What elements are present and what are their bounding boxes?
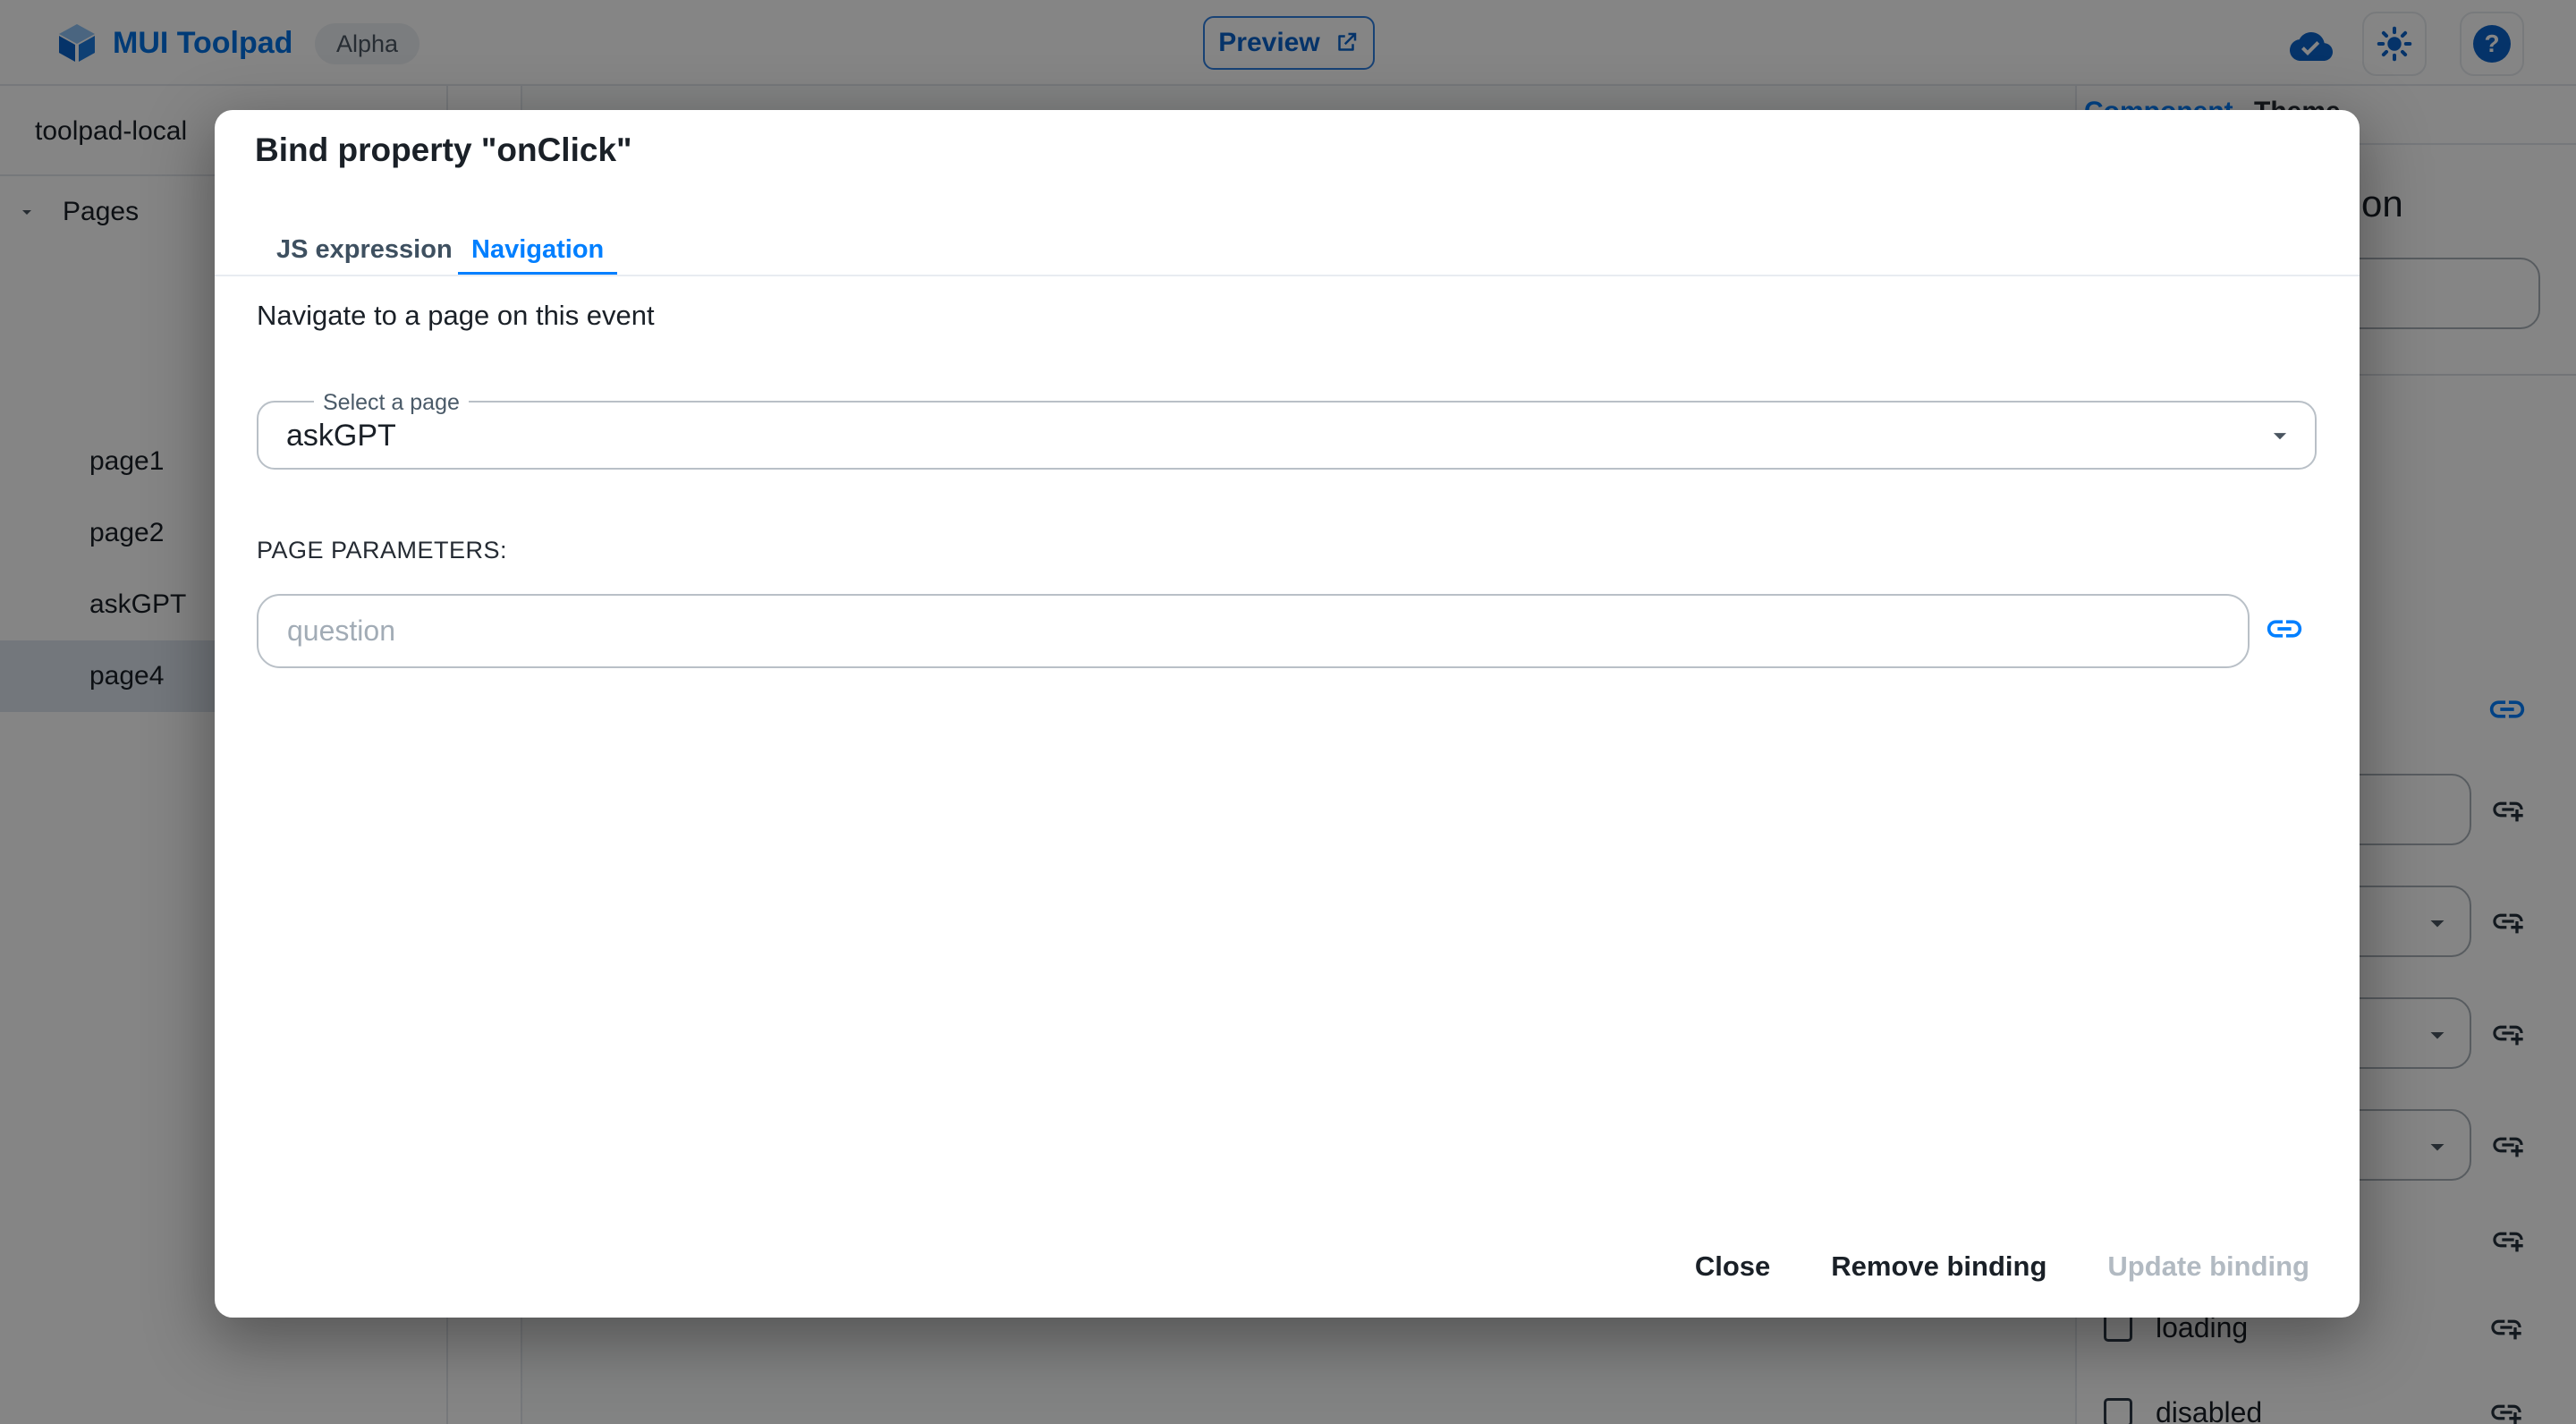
dialog-title: Bind property "onClick" bbox=[255, 131, 632, 168]
dialog-description: Navigate to a page on this event bbox=[257, 300, 655, 331]
select-page-label: Select a page bbox=[314, 390, 469, 416]
select-page-field[interactable]: Select a page askGPT bbox=[257, 390, 2317, 470]
tab-navigation[interactable]: Navigation bbox=[471, 235, 604, 265]
app-root: MUI Toolpad Alpha Preview ? toolpad-loca… bbox=[0, 0, 2576, 1424]
remove-binding-button[interactable]: Remove binding bbox=[1811, 1242, 2066, 1292]
close-button[interactable]: Close bbox=[1675, 1242, 1790, 1292]
bind-parameter-button[interactable] bbox=[2259, 604, 2309, 654]
tab-js-expression[interactable]: JS expression bbox=[276, 235, 453, 265]
bind-property-dialog: Bind property "onClick" JS expression Na… bbox=[215, 110, 2360, 1318]
tabs-divider bbox=[215, 275, 2360, 276]
parameter-question-input[interactable] bbox=[257, 594, 2250, 668]
link-icon bbox=[2267, 620, 2302, 638]
select-page-value: askGPT bbox=[286, 419, 396, 453]
page-parameters-heading: PAGE PARAMETERS: bbox=[257, 537, 508, 564]
dropdown-arrow-icon bbox=[2273, 433, 2287, 440]
update-binding-button[interactable]: Update binding bbox=[2088, 1242, 2329, 1292]
dialog-footer: Close Remove binding Update binding bbox=[1675, 1239, 2329, 1294]
